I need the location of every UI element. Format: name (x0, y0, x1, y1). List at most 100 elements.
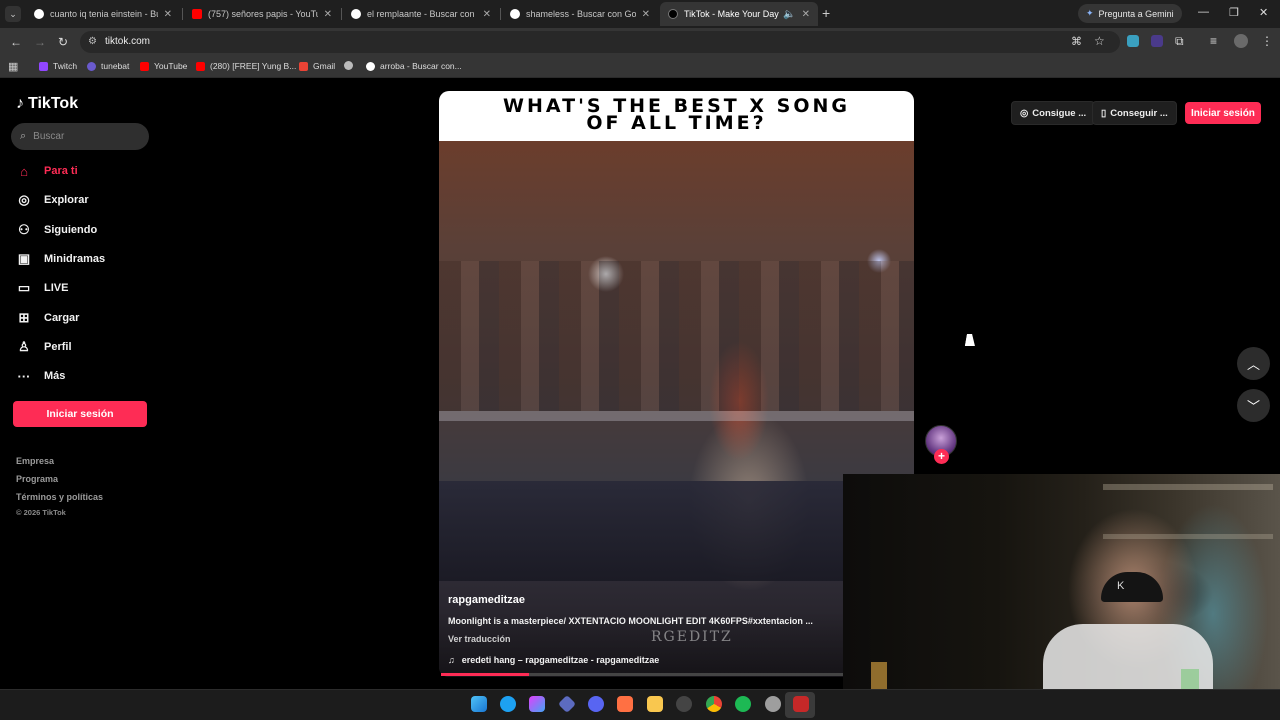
profile-avatar[interactable] (1234, 34, 1248, 48)
bookmark-yung-b[interactable]: (280) [FREE] Yung B... (196, 61, 296, 71)
bookmark-label: (280) [FREE] Yung B... (210, 61, 297, 71)
bookmark-gmail[interactable]: Gmail (299, 61, 335, 71)
nav-perfil[interactable]: ♙ Perfil (16, 337, 71, 357)
search-icon: ⌕ (20, 130, 27, 142)
nav-para-ti[interactable]: ⌂ Para ti (16, 161, 78, 181)
footer-link-programa[interactable]: Programa (16, 474, 58, 484)
address-bar[interactable] (80, 31, 1120, 53)
bookmark-label: YouTube (154, 61, 188, 71)
search-input[interactable] (33, 131, 134, 142)
app-icon[interactable] (617, 696, 633, 712)
cap-logo-icon: K (1117, 580, 1125, 592)
next-video-button[interactable]: ﹀ (1237, 389, 1270, 422)
spotify-icon[interactable] (735, 696, 751, 712)
extensions-puzzle-icon[interactable]: ⧉ (1175, 34, 1184, 49)
follow-plus-icon[interactable]: + (934, 449, 949, 464)
bookmark-tunebat[interactable]: tunebat (87, 61, 129, 71)
url-text[interactable]: tiktok.com (105, 36, 150, 47)
close-icon[interactable]: ✕ (802, 9, 810, 20)
windows-start-icon[interactable] (471, 696, 487, 712)
folder-icon[interactable] (647, 696, 663, 712)
translate-icon[interactable]: ⌘ (1071, 35, 1082, 48)
mouse-cursor (964, 334, 978, 346)
site-info-icon[interactable]: ⚙ (88, 36, 97, 47)
menu-dots-icon[interactable]: ⋮ (1261, 34, 1273, 48)
video-music[interactable]: ♫ eredeti hang – rapgameditzae - rapgame… (448, 655, 659, 665)
translate-link[interactable]: Ver traducción (448, 634, 511, 644)
header-button-label: Consigue ... (1032, 107, 1087, 119)
browser-tab[interactable]: el remplaante - Buscar con Goo ✕ (343, 2, 499, 26)
profile-icon: ♙ (18, 339, 30, 354)
discord-icon[interactable] (588, 696, 604, 712)
webcam-overlay: K (843, 474, 1280, 689)
bookmark-globe[interactable] (344, 61, 353, 70)
copilot-icon[interactable] (529, 696, 545, 712)
app-icon[interactable] (793, 696, 809, 712)
browser-tab-active[interactable]: TikTok - Make Your Day 🔈 ✕ (660, 2, 818, 26)
nav-explorar[interactable]: ◎ Explorar (16, 190, 89, 210)
edge-icon[interactable] (500, 696, 516, 712)
film-icon: ▣ (17, 251, 31, 266)
header-login-button[interactable]: Iniciar sesión (1185, 102, 1261, 124)
close-icon[interactable]: ✕ (483, 9, 491, 20)
google-favicon-icon (34, 9, 44, 19)
search-box[interactable]: ⌕ (11, 123, 149, 150)
crowd-area (439, 261, 914, 411)
nav-label: Siguiendo (44, 224, 98, 236)
nav-mas[interactable]: ··· Más (16, 366, 66, 386)
reload-icon[interactable]: ↻ (58, 35, 68, 49)
bookmark-arroba[interactable]: arroba - Buscar con... (366, 61, 462, 71)
nav-label: Explorar (44, 194, 89, 206)
sidebar-login-button[interactable]: Iniciar sesión (13, 401, 147, 427)
back-icon[interactable]: ← (10, 35, 22, 49)
extension-icon[interactable] (1127, 35, 1139, 47)
logo-text: TikTok (28, 95, 79, 112)
window-close-icon[interactable]: ✕ (1259, 6, 1268, 19)
get-coins-button[interactable]: ◎ Consigue ... (1011, 101, 1096, 125)
nav-cargar[interactable]: ⊞ Cargar (16, 308, 80, 328)
chrome-icon[interactable] (706, 696, 722, 712)
twitch-icon (39, 61, 48, 71)
tab-title: cuanto iq tenia einstein - Busca (50, 9, 158, 19)
restore-icon[interactable]: ❐ (1229, 6, 1239, 19)
footer-link-terminos[interactable]: Términos y políticas (16, 492, 103, 502)
browser-tab[interactable]: cuanto iq tenia einstein - Busca ✕ (26, 2, 180, 26)
tab-search-button[interactable]: ⌄ (5, 6, 21, 22)
close-icon[interactable]: ✕ (642, 9, 650, 20)
footer-link-empresa[interactable]: Empresa (16, 456, 54, 466)
apps-grid-icon[interactable]: ▦ (8, 60, 18, 73)
tab-divider (341, 8, 342, 20)
chevron-down-icon: ﹀ (1246, 399, 1260, 414)
video-progress-bar[interactable] (441, 673, 843, 676)
nav-siguiendo[interactable]: ⚇ Siguiendo (16, 220, 97, 240)
minimize-icon[interactable]: — (1198, 6, 1209, 18)
forward-icon[interactable]: → (34, 35, 46, 49)
close-icon[interactable]: ✕ (164, 9, 172, 20)
music-title: eredeti hang – rapgameditzae - rapgamedi… (461, 655, 660, 665)
close-icon[interactable]: ✕ (324, 9, 332, 20)
new-tab-button[interactable]: + (822, 5, 830, 21)
previous-video-button[interactable]: ︿ (1237, 347, 1270, 380)
tab-title: TikTok - Make Your Day (684, 9, 779, 19)
user-follow-icon: ⚇ (18, 222, 30, 237)
settings-gear-icon[interactable] (765, 696, 781, 712)
bookmark-youtube[interactable]: YouTube (140, 61, 187, 71)
coin-icon: ◎ (1020, 107, 1029, 119)
extension-icon[interactable] (1151, 35, 1163, 47)
gemini-button[interactable]: ✦ Pregunta a Gemini (1078, 4, 1182, 23)
video-username[interactable]: rapgameditzae (448, 594, 525, 606)
obs-icon[interactable] (676, 696, 692, 712)
tiktok-note-icon: ♪ (16, 95, 24, 112)
banner-line-2: OF ALL TIME? (586, 112, 767, 134)
browser-tab[interactable]: shameless - Buscar con Google ✕ (502, 2, 658, 26)
bookmark-twitch[interactable]: Twitch (39, 61, 77, 71)
video-title-banner: WHAT'S THE BEST X SONG OF ALL TIME? (439, 91, 914, 141)
get-app-button[interactable]: ▯ Conseguir ... (1092, 101, 1177, 125)
media-control-icon[interactable]: ≡ (1210, 34, 1217, 48)
speaker-icon[interactable]: 🔈 (783, 9, 795, 20)
tiktok-logo[interactable]: ♪ TikTok (16, 95, 78, 113)
nav-live[interactable]: ▭ LIVE (16, 278, 69, 298)
bookmark-star-icon[interactable]: ☆ (1094, 34, 1105, 48)
nav-minidramas[interactable]: ▣ Minidramas (16, 249, 105, 269)
browser-tab[interactable]: (757) señores papis - YouTube ✕ (184, 2, 340, 26)
